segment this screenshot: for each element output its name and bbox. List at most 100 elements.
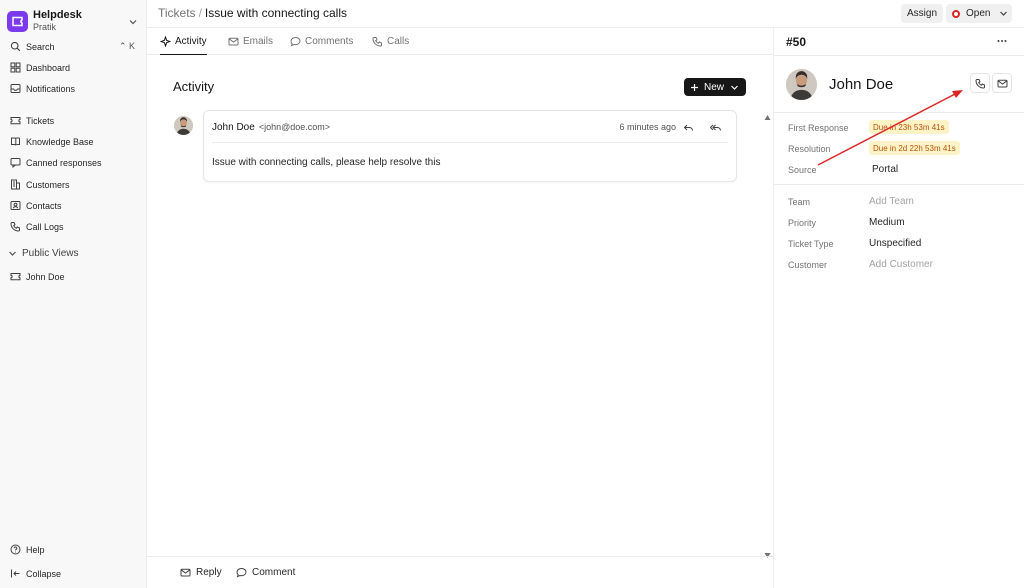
sender-email: <john@doe.com> bbox=[258, 122, 330, 132]
tab-label: Activity bbox=[175, 35, 207, 47]
chevron-down-icon bbox=[999, 9, 1008, 18]
sidebar-item-public-view[interactable]: John Doe bbox=[4, 267, 143, 286]
divider bbox=[774, 55, 1024, 56]
sidebar-item-call-logs[interactable]: Call Logs bbox=[4, 217, 143, 236]
tab-comments[interactable]: Comments bbox=[290, 28, 353, 55]
tab-bar: Activity Emails Comments Calls bbox=[147, 28, 773, 55]
breadcrumb: Tickets / Issue with connecting calls bbox=[158, 6, 347, 20]
inbox-icon bbox=[9, 83, 21, 95]
avatar bbox=[174, 116, 193, 135]
team-label: Team bbox=[788, 197, 811, 207]
ticket-icon bbox=[9, 115, 21, 127]
reply-label: Reply bbox=[196, 567, 222, 578]
building-icon bbox=[9, 179, 21, 191]
sidebar-item-label: Dashboard bbox=[26, 62, 71, 73]
email-contact-button[interactable] bbox=[992, 73, 1012, 93]
public-views-toggle[interactable]: Public Views bbox=[4, 244, 143, 262]
sidebar-item-label: Notifications bbox=[26, 83, 76, 94]
sidebar-item-contacts[interactable]: Contacts bbox=[4, 196, 143, 215]
chevron-down-icon bbox=[730, 83, 739, 92]
sender-name: John Doe bbox=[212, 121, 255, 133]
customer-label: Customer bbox=[788, 260, 828, 270]
chevron-down-icon bbox=[128, 15, 138, 30]
priority-label: Priority bbox=[788, 218, 817, 228]
mail-icon bbox=[228, 36, 239, 47]
resolution-label: Resolution bbox=[788, 144, 831, 154]
help-icon bbox=[9, 544, 21, 556]
dashboard-icon bbox=[9, 62, 21, 74]
breadcrumb-tickets[interactable]: Tickets bbox=[158, 6, 196, 20]
page-title: Issue with connecting calls bbox=[204, 6, 347, 20]
help-button[interactable]: Help bbox=[4, 540, 143, 559]
assign-button[interactable]: Assign bbox=[901, 4, 944, 23]
message-icon bbox=[9, 157, 21, 169]
search-shortcut: ⌃ K bbox=[118, 41, 135, 51]
status-label: Open bbox=[966, 8, 991, 19]
sidebar-item-dashboard[interactable]: Dashboard bbox=[4, 58, 143, 77]
customer-select[interactable]: Add Customer bbox=[869, 259, 933, 270]
chevron-down-icon bbox=[8, 249, 17, 258]
source-value: Portal bbox=[872, 164, 899, 175]
search-icon bbox=[9, 41, 21, 53]
sidebar-item-tickets[interactable]: Tickets bbox=[4, 111, 143, 130]
sidebar-item-label: Search bbox=[26, 41, 55, 52]
email-body: Issue with connecting calls, please help… bbox=[212, 157, 441, 168]
ticket-icon bbox=[9, 271, 21, 283]
book-icon bbox=[9, 136, 21, 148]
sidebar-item-knowledge-base[interactable]: Knowledge Base bbox=[4, 132, 143, 151]
top-bar: Tickets / Issue with connecting calls As… bbox=[147, 0, 1024, 28]
comment-icon bbox=[290, 36, 301, 47]
activity-icon bbox=[160, 35, 171, 47]
user-name: Pratik bbox=[33, 21, 57, 32]
sidebar-item-label: Contacts bbox=[26, 200, 62, 211]
phone-icon bbox=[974, 78, 986, 89]
call-contact-button[interactable] bbox=[970, 73, 990, 93]
app-name: Helpdesk bbox=[33, 8, 82, 21]
sidebar-item-notifications[interactable]: Notifications bbox=[4, 79, 143, 98]
contact-avatar bbox=[786, 69, 817, 100]
tab-emails[interactable]: Emails bbox=[228, 28, 273, 55]
scroll-up-arrow-icon[interactable] bbox=[764, 109, 771, 124]
collapse-icon bbox=[9, 568, 21, 580]
sidebar-item-label: Tickets bbox=[26, 115, 55, 126]
tab-calls[interactable]: Calls bbox=[372, 28, 409, 55]
collapse-button[interactable]: Collapse bbox=[4, 564, 143, 583]
new-label: New bbox=[704, 81, 725, 93]
phone-icon bbox=[372, 36, 383, 47]
team-select[interactable]: Add Team bbox=[869, 196, 914, 207]
sidebar-item-label: Canned responses bbox=[26, 157, 102, 168]
tab-label: Calls bbox=[387, 36, 410, 47]
status-dropdown[interactable]: Open bbox=[946, 4, 1012, 23]
contact-name: John Doe bbox=[829, 76, 894, 93]
new-button[interactable]: New bbox=[684, 78, 746, 96]
composer-bar: Reply Comment bbox=[147, 556, 773, 588]
sidebar-item-label: John Doe bbox=[26, 271, 65, 282]
breadcrumb-separator: / bbox=[198, 6, 202, 20]
sidebar-item-canned-responses[interactable]: Canned responses bbox=[4, 153, 143, 172]
sidebar-item-label: Customers bbox=[26, 179, 70, 190]
reply-icon[interactable] bbox=[683, 122, 694, 133]
app-switcher[interactable]: Helpdesk Pratik bbox=[7, 9, 141, 33]
sidebar-item-customers[interactable]: Customers bbox=[4, 175, 143, 194]
divider bbox=[774, 112, 1024, 113]
ticket-type-label: Ticket Type bbox=[788, 239, 834, 249]
source-label: Source bbox=[788, 165, 817, 175]
ticket-id: #50 bbox=[786, 35, 807, 49]
comment-label: Comment bbox=[252, 567, 296, 578]
contact-icon bbox=[9, 200, 21, 212]
comment-icon bbox=[236, 567, 247, 578]
section-label: Public Views bbox=[22, 247, 79, 259]
divider bbox=[212, 142, 728, 143]
sidebar-item-search[interactable]: Search ⌃ K bbox=[4, 37, 143, 56]
reply-button[interactable]: Reply bbox=[180, 567, 222, 578]
priority-select[interactable]: Medium bbox=[869, 217, 905, 228]
sidebar-item-label: Knowledge Base bbox=[26, 136, 94, 147]
tab-label: Comments bbox=[305, 36, 354, 47]
ticket-type-select[interactable]: Unspecified bbox=[869, 238, 921, 249]
more-options-icon[interactable] bbox=[995, 34, 1009, 51]
reply-all-icon[interactable] bbox=[709, 122, 722, 133]
plus-icon bbox=[690, 83, 699, 92]
phone-icon bbox=[9, 221, 21, 233]
tab-activity[interactable]: Activity bbox=[160, 28, 207, 55]
comment-button[interactable]: Comment bbox=[236, 567, 295, 578]
